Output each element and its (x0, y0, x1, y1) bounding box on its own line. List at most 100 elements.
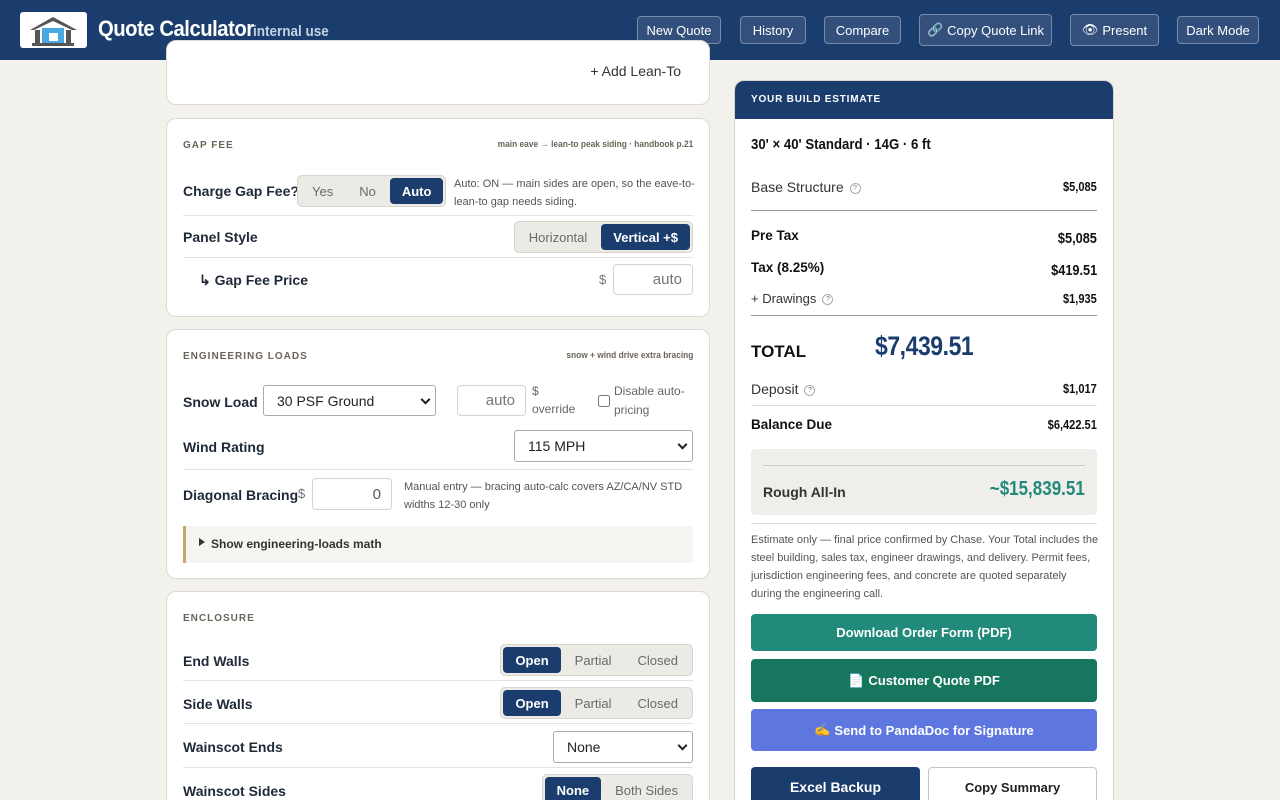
customer-quote-pdf-button[interactable]: 📄 Customer Quote PDF (751, 659, 1097, 702)
engineering-loads-card: ENGINEERING LOADS snow + wind drive extr… (166, 329, 710, 579)
gap-fee-heading: GAP FEE (183, 140, 234, 151)
compare-button[interactable]: Compare (824, 16, 901, 44)
side-walls-open[interactable]: Open (503, 690, 561, 716)
customer-quote-pdf-label: Customer Quote PDF (868, 673, 1000, 688)
charge-gap-yes[interactable]: Yes (300, 178, 345, 204)
app-title: Quote Calculator (98, 16, 254, 41)
estimate-disclaimer: Estimate only — final price confirmed by… (751, 534, 1099, 600)
side-walls-closed[interactable]: Closed (626, 690, 690, 716)
base-structure-value: $5,085 (1063, 179, 1097, 194)
present-label: Present (1102, 22, 1148, 38)
divider (183, 215, 693, 216)
build-estimate-panel: YOUR BUILD ESTIMATE 30' × 40' Standard ·… (734, 80, 1114, 800)
charge-gap-fee-toggle: Yes No Auto (297, 175, 447, 207)
copy-summary-button[interactable]: Copy Summary (928, 767, 1097, 800)
drawings-label: + Drawings (751, 291, 817, 306)
panel-style-label: Panel Style (183, 229, 258, 245)
wainscot-ends-value: None (567, 739, 601, 755)
help-icon[interactable]: ? (849, 183, 861, 194)
copy-quote-link-button[interactable]: 🔗 Copy Quote Link (919, 14, 1052, 46)
diagonal-bracing-label: Diagonal Bracing (183, 487, 299, 503)
enclosure-card: ENCLOSURE End Walls Open Partial Closed … (166, 591, 710, 800)
wind-rating-value: 115 MPH (528, 438, 586, 454)
help-icon[interactable]: ? (822, 294, 834, 305)
divider (751, 523, 1097, 524)
wainscot-sides-label: Wainscot Sides (183, 783, 286, 799)
signature-icon: ✍ (814, 722, 831, 737)
gap-fee-price-label: ↳ Gap Fee Price (199, 272, 308, 288)
diagonal-bracing-input[interactable] (312, 478, 392, 510)
gap-fee-note: main eave → lean-to peak siding · handbo… (497, 139, 693, 150)
add-lean-to-link[interactable]: + Add Lean-To (590, 63, 681, 79)
bracing-currency: $ (298, 486, 306, 501)
send-pandadoc-button[interactable]: ✍ Send to PandaDoc for Signature (751, 709, 1097, 751)
history-button[interactable]: History (740, 16, 806, 44)
balance-value: $6,422.51 (1047, 417, 1097, 432)
charge-gap-no[interactable]: No (347, 178, 388, 204)
download-order-form-button[interactable]: Download Order Form (PDF) (751, 614, 1097, 651)
snow-load-label: Snow Load (183, 394, 258, 410)
panel-vertical[interactable]: Vertical +$ (601, 224, 690, 250)
panel-style-toggle: Horizontal Vertical +$ (513, 221, 693, 253)
side-walls-label: Side Walls (183, 696, 253, 712)
disable-auto-pricing-checkbox[interactable] (598, 395, 610, 407)
divider (183, 767, 693, 768)
eye-icon: 👁 (1081, 22, 1099, 37)
panel-horizontal[interactable]: Horizontal (517, 224, 600, 250)
excel-backup-button[interactable]: Excel Backup (751, 767, 920, 800)
bracing-help: Manual entry — bracing auto-calc covers … (404, 481, 683, 511)
wind-rating-select[interactable]: 115 MPH (514, 430, 693, 462)
app-subtitle: internal use (253, 23, 329, 40)
tax-value: $419.51 (1050, 262, 1097, 279)
wainscot-ends-select[interactable]: None (553, 731, 693, 763)
end-walls-partial[interactable]: Partial (563, 647, 624, 673)
wainscot-sides-none[interactable]: None (544, 777, 602, 800)
caret-right-icon (199, 538, 205, 546)
override-currency: $ (532, 384, 539, 398)
dark-mode-button[interactable]: Dark Mode (1177, 16, 1259, 44)
snow-load-value: 30 PSF Ground (277, 392, 375, 409)
charge-gap-auto[interactable]: Auto (389, 178, 444, 204)
engineering-math-toggle[interactable]: Show engineering-loads math (183, 526, 693, 563)
snow-override-input[interactable] (457, 385, 526, 416)
gap-fee-price-input[interactable] (613, 264, 693, 295)
estimate-header: YOUR BUILD ESTIMATE (735, 81, 1113, 119)
pretax-label: Pre Tax (751, 228, 799, 243)
disable-auto-pricing-label: Disable auto- pricing (614, 382, 685, 420)
chevron-down-icon (677, 740, 688, 751)
build-summary: 30' × 40' Standard · 14G · 6 ft (751, 136, 931, 153)
total-label: TOTAL (751, 342, 807, 361)
divider (751, 210, 1097, 211)
side-walls-partial[interactable]: Partial (563, 690, 624, 716)
wainscot-ends-label: Wainscot Ends (183, 739, 283, 755)
rough-all-in-box: Rough All-In ~$15,839.51 (751, 449, 1097, 515)
gap-fee-currency: $ (599, 272, 607, 287)
divider (183, 723, 693, 724)
rough-all-in-label: Rough All-In (763, 484, 846, 500)
help-icon[interactable]: ? (804, 385, 816, 396)
end-walls-open[interactable]: Open (503, 647, 561, 673)
divider (183, 257, 693, 258)
rough-all-in-value: ~$15,839.51 (989, 478, 1085, 500)
estimate-heading: YOUR BUILD ESTIMATE (751, 94, 882, 105)
disable-label-line2: pricing (614, 403, 650, 417)
divider (183, 680, 693, 681)
chevron-down-icon (420, 394, 431, 405)
present-button[interactable]: 👁 Present (1070, 14, 1159, 46)
house-logo-icon (30, 17, 77, 46)
end-walls-label: End Walls (183, 653, 250, 669)
copy-quote-link-label: Copy Quote Link (947, 22, 1045, 38)
engineering-note: snow + wind drive extra bracing (565, 350, 693, 361)
snow-load-select[interactable]: 30 PSF Ground (263, 385, 436, 416)
deposit-label: Deposit (751, 381, 799, 397)
gap-fee-card: GAP FEE main eave → lean-to peak siding … (166, 118, 710, 317)
engineering-heading: ENGINEERING LOADS (183, 351, 308, 362)
divider (751, 315, 1097, 316)
divider (763, 465, 1085, 466)
end-walls-closed[interactable]: Closed (626, 647, 690, 673)
wainscot-sides-both[interactable]: Both Sides (603, 777, 690, 800)
company-logo[interactable] (20, 12, 87, 48)
disable-label-line1: Disable auto- (614, 384, 685, 398)
deposit-value: $1,017 (1063, 381, 1097, 396)
drawings-value: $1,935 (1063, 291, 1097, 306)
